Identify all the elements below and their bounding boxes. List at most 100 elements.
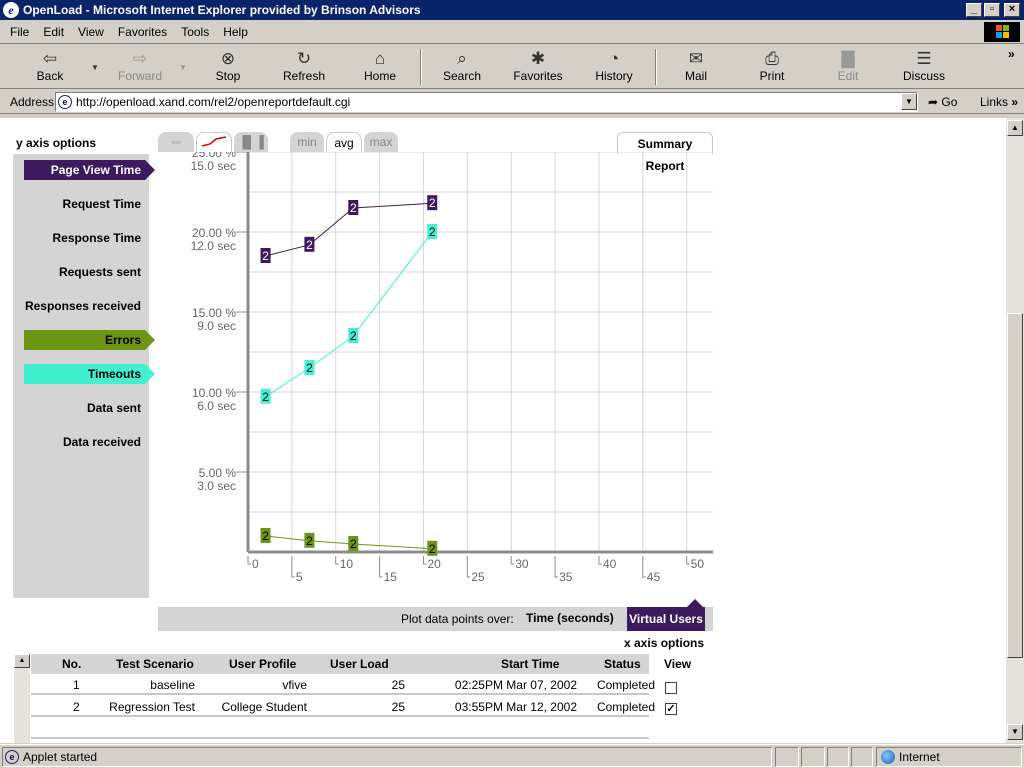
y-option-page-view-time[interactable]: Page View Time [24, 160, 155, 180]
links-button[interactable]: Links » [980, 95, 1018, 109]
x-tick [642, 556, 646, 578]
virtual-users-option[interactable]: Virtual Users [627, 599, 705, 631]
col-no[interactable]: No. [62, 657, 81, 671]
col-status[interactable]: Status [604, 657, 641, 671]
scroll-thumb[interactable] [1007, 313, 1023, 658]
y-tick-label: 12.0 sec [191, 239, 236, 253]
table-row[interactable]: 2 Regression Test College Student 25 03:… [31, 697, 655, 717]
y-tick-label: 3.0 sec [197, 479, 236, 493]
table-row-empty [31, 719, 649, 739]
ie-icon[interactable]: e [3, 2, 19, 18]
table-row[interactable]: 1 baseline vfive 25 02:25PM Mar 07, 2002… [31, 675, 655, 695]
favorites-label: Favorites [513, 69, 563, 83]
scroll-up-icon[interactable]: ▲ [1007, 120, 1023, 136]
y-option-responses-received[interactable]: Responses received [24, 296, 145, 316]
plot-over-bar: Plot data points over: Time (seconds) Vi… [158, 599, 713, 631]
y-option-requests-sent[interactable]: Requests sent [24, 262, 145, 282]
y-option-errors[interactable]: Errors [24, 330, 155, 350]
table-scrollbar[interactable]: ▲ [14, 654, 30, 743]
col-view[interactable]: View [664, 657, 691, 671]
minimize-button[interactable]: _ [966, 3, 982, 17]
cell-start-time: 03:55PM Mar 12, 2002 [454, 700, 577, 714]
menu-edit[interactable]: Edit [43, 25, 64, 39]
y-tick-label: 5.00 % [199, 466, 237, 480]
print-button[interactable]: ⎙ Print [754, 49, 790, 87]
x-tick-label: 45 [647, 570, 661, 584]
cell-load: 25 [391, 678, 405, 692]
y-option-data-received[interactable]: Data received [24, 432, 145, 452]
y-option-request-time[interactable]: Request Time [24, 194, 145, 214]
col-test-scenario[interactable]: Test Scenario [116, 657, 194, 671]
data-point-label: 2 [306, 361, 313, 375]
forward-dropdown-icon[interactable]: ▼ [179, 63, 187, 72]
status-pane [827, 747, 849, 767]
x-tick-label: 25 [471, 570, 485, 584]
menu-bar: File Edit View Favorites Tools Help [0, 20, 1024, 44]
menu-favorites[interactable]: Favorites [118, 25, 167, 39]
test-runs-table: ▲ No. Test Scenario User Profile User Lo… [14, 654, 734, 743]
favorites-button[interactable]: ✱ Favorites [512, 49, 564, 87]
discuss-button[interactable]: ☰ Discuss [900, 49, 948, 87]
forward-button[interactable]: ⇨ Forward [112, 49, 168, 87]
menu-view[interactable]: View [78, 25, 104, 39]
edit-button[interactable]: ▇ Edit [832, 49, 864, 87]
scroll-up-icon[interactable]: ▲ [14, 654, 30, 668]
y-option-timeouts[interactable]: Timeouts [24, 364, 155, 384]
x-tick-label: 40 [603, 557, 617, 571]
toolbar-more-button[interactable]: » [1008, 47, 1015, 61]
min-tab[interactable]: min [290, 132, 324, 152]
stop-button[interactable]: ⊗ Stop [210, 49, 246, 87]
page-scrollbar[interactable]: ▲ ▼ [1006, 118, 1024, 743]
x-tick [466, 556, 471, 578]
series-line [265, 231, 433, 398]
x-tick-label: 30 [515, 557, 529, 571]
x-tick [422, 556, 427, 565]
col-user-profile[interactable]: User Profile [229, 657, 296, 671]
status-main: e Applet started [2, 747, 772, 767]
line-chart-tab[interactable] [196, 132, 232, 152]
summary-report-tab[interactable]: Summary Report [617, 132, 713, 173]
data-point-label: 2 [350, 537, 357, 551]
back-button[interactable]: ⇦ Back [30, 49, 70, 87]
stop-icon: ⊗ [220, 49, 236, 68]
address-bar: Address e ▼ ➦ Go Links » [0, 90, 1024, 114]
forward-label: Forward [117, 69, 162, 83]
maximize-button[interactable]: ▫ [984, 3, 1000, 17]
mail-icon: ✉ [688, 49, 704, 68]
menu-file[interactable]: File [10, 25, 29, 39]
column-chart-icon: ▐▌▐ [238, 135, 264, 149]
status-pane [775, 747, 799, 767]
close-button[interactable]: × [1004, 3, 1020, 17]
view-checkbox[interactable] [665, 682, 677, 694]
menu-help[interactable]: Help [223, 25, 248, 39]
y-option-response-time[interactable]: Response Time [24, 228, 145, 248]
scroll-down-icon[interactable]: ▼ [1007, 724, 1023, 740]
time-seconds-option[interactable]: Time (seconds) [526, 611, 614, 625]
col-user-load[interactable]: User Load [330, 657, 389, 671]
view-checkbox[interactable]: ✓ [665, 703, 677, 715]
home-button[interactable]: ⌂ Home [360, 49, 400, 87]
y-tick-label: 9.0 sec [197, 319, 236, 333]
max-tab[interactable]: max [364, 132, 398, 152]
go-button[interactable]: ➦ Go [928, 95, 957, 109]
y-option-data-sent[interactable]: Data sent [24, 398, 145, 418]
history-button[interactable]: ◔ History [592, 49, 636, 87]
x-tick [335, 556, 339, 565]
go-label: Go [941, 95, 958, 109]
refresh-button[interactable]: ↻ Refresh [280, 49, 328, 87]
internet-globe-icon [881, 750, 895, 764]
bar-chart-tab[interactable]: ▪▫▪▫ [158, 132, 194, 152]
status-pane [801, 747, 825, 767]
address-input[interactable] [76, 95, 917, 109]
mail-button[interactable]: ✉ Mail [678, 49, 714, 87]
x-tick-label: 35 [559, 570, 573, 584]
x-tick [379, 556, 383, 578]
address-dropdown-button[interactable]: ▼ [901, 93, 917, 110]
data-point-label: 2 [262, 249, 269, 263]
column-chart-tab[interactable]: ▐▌▐ [234, 132, 268, 152]
back-dropdown-icon[interactable]: ▼ [91, 63, 99, 72]
menu-tools[interactable]: Tools [181, 25, 209, 39]
col-start-time[interactable]: Start Time [501, 657, 559, 671]
avg-tab[interactable]: avg [326, 132, 362, 152]
search-button[interactable]: ⌕ Search [440, 49, 484, 87]
